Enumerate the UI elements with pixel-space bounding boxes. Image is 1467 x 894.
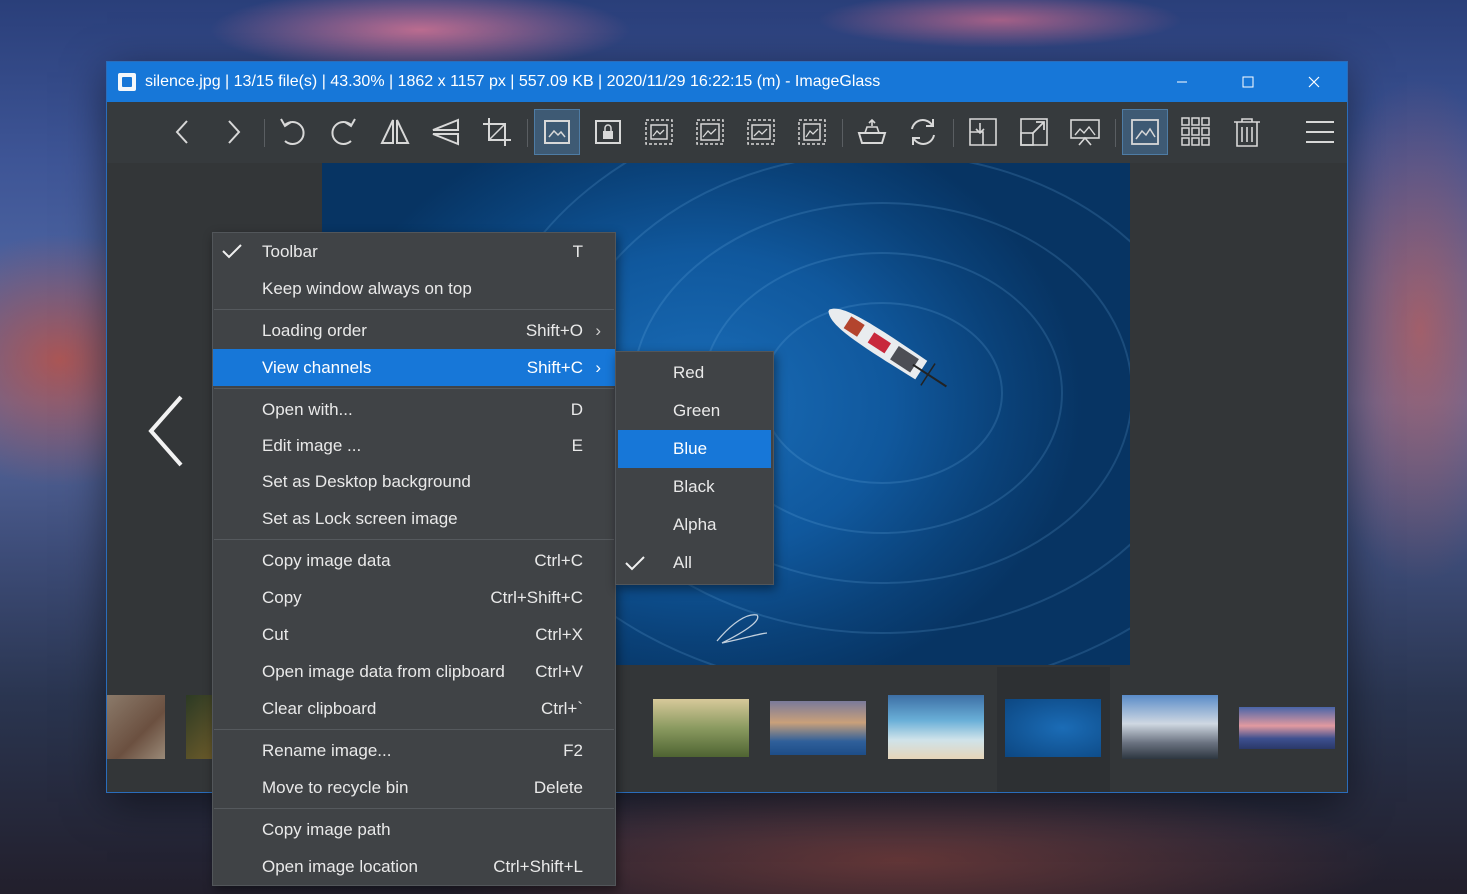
menu-item-open-from-clipboard[interactable]: Open image data from clipboard Ctrl+V bbox=[213, 653, 615, 690]
crop-button[interactable] bbox=[474, 109, 520, 155]
checkmark-icon bbox=[625, 556, 645, 571]
minimize-button[interactable] bbox=[1149, 62, 1215, 102]
menu-item-edit-image[interactable]: Edit image ... E bbox=[213, 428, 615, 463]
thumbnail-misty-pine-forest[interactable] bbox=[653, 699, 749, 757]
maximize-icon bbox=[1242, 76, 1254, 88]
rotate-left-icon bbox=[280, 118, 305, 145]
lock-zoom-button[interactable] bbox=[585, 109, 631, 155]
open-with-icon bbox=[857, 118, 887, 144]
menu-item-copy[interactable]: Copy Ctrl+Shift+C bbox=[213, 579, 615, 616]
rotate-left-button[interactable] bbox=[270, 109, 316, 155]
menu-item-move-to-recycle-bin[interactable]: Move to recycle bin Delete bbox=[213, 769, 615, 806]
menu-item-open-with[interactable]: Open with... D bbox=[213, 391, 615, 428]
scale-to-width-button[interactable] bbox=[636, 109, 682, 155]
scale-to-fit-button[interactable] bbox=[738, 109, 784, 155]
slideshow-icon bbox=[1070, 119, 1100, 146]
previous-image-overlay-button[interactable] bbox=[145, 383, 191, 479]
minimize-icon bbox=[1177, 81, 1187, 83]
full-screen-button[interactable] bbox=[1011, 109, 1057, 155]
flip-horizontal-icon bbox=[380, 119, 410, 144]
close-button[interactable] bbox=[1281, 62, 1347, 102]
rotate-right-icon bbox=[331, 118, 356, 145]
crop-icon bbox=[483, 118, 511, 146]
grid-icon bbox=[1181, 117, 1210, 146]
thumbnail-sunset-lake[interactable] bbox=[770, 701, 866, 755]
channel-item-all[interactable]: All bbox=[616, 544, 773, 582]
scale-to-width-icon bbox=[645, 119, 673, 145]
flip-vertical-icon bbox=[432, 118, 459, 146]
previous-image-button[interactable] bbox=[160, 109, 206, 155]
chevron-right-icon: › bbox=[595, 321, 601, 340]
window-title: silence.jpg | 13/15 file(s) | 43.30% | 1… bbox=[145, 73, 881, 90]
title-bar[interactable]: silence.jpg | 13/15 file(s) | 43.30% | 1… bbox=[107, 62, 1347, 102]
flip-horizontal-button[interactable] bbox=[372, 109, 418, 155]
view-channels-submenu: Red Green Blue Black Alpha All bbox=[615, 351, 774, 585]
menu-item-view-channels[interactable]: View channels Shift+C › bbox=[213, 349, 615, 386]
imageglass-app-icon bbox=[118, 73, 136, 91]
menu-item-open-image-location[interactable]: Open image location Ctrl+Shift+L bbox=[213, 848, 615, 885]
menu-item-always-on-top[interactable]: Keep window always on top bbox=[213, 270, 615, 307]
scale-to-height-icon bbox=[696, 119, 724, 145]
hamburger-menu-icon bbox=[1306, 121, 1334, 143]
menu-item-set-lock-screen[interactable]: Set as Lock screen image bbox=[213, 500, 615, 537]
flip-vertical-button[interactable] bbox=[423, 109, 469, 155]
menu-item-copy-image-path[interactable]: Copy image path bbox=[213, 811, 615, 848]
menu-item-cut[interactable]: Cut Ctrl+X bbox=[213, 616, 615, 653]
context-menu: Toolbar T Keep window always on top Load… bbox=[212, 232, 616, 886]
refresh-button[interactable] bbox=[900, 109, 946, 155]
menu-item-clear-clipboard[interactable]: Clear clipboard Ctrl+` bbox=[213, 690, 615, 727]
toggle-thumbnails-button[interactable] bbox=[1122, 109, 1168, 155]
full-screen-icon bbox=[1020, 118, 1048, 146]
trash-icon bbox=[1234, 118, 1260, 147]
open-with-button[interactable] bbox=[849, 109, 895, 155]
channel-item-red[interactable]: Red bbox=[616, 354, 773, 392]
menu-item-rename-image[interactable]: Rename image... F2 bbox=[213, 732, 615, 769]
menu-item-set-desktop-background[interactable]: Set as Desktop background bbox=[213, 463, 615, 500]
auto-zoom-icon bbox=[544, 120, 570, 144]
scale-to-fit-icon bbox=[747, 119, 775, 145]
chevron-right-icon bbox=[228, 120, 241, 144]
menu-item-copy-image-data[interactable]: Copy image data Ctrl+C bbox=[213, 542, 615, 579]
chevron-right-icon: › bbox=[595, 358, 601, 377]
maximize-button[interactable] bbox=[1215, 62, 1281, 102]
lock-zoom-icon bbox=[595, 120, 621, 144]
refresh-icon bbox=[911, 119, 935, 145]
chevron-left-icon bbox=[175, 120, 188, 144]
toolbar bbox=[107, 102, 1347, 163]
thumbnail-grid-button[interactable] bbox=[1173, 109, 1219, 155]
channel-item-alpha[interactable]: Alpha bbox=[616, 506, 773, 544]
close-icon bbox=[1308, 76, 1320, 88]
goto-image-button[interactable] bbox=[960, 109, 1006, 155]
scale-to-fill-icon bbox=[798, 119, 826, 145]
menu-item-loading-order[interactable]: Loading order Shift+O › bbox=[213, 312, 615, 349]
rotate-right-button[interactable] bbox=[320, 109, 366, 155]
channel-item-blue[interactable]: Blue bbox=[618, 430, 771, 468]
thumbnail-dark-forest[interactable] bbox=[186, 695, 212, 759]
thumbnail-boat-on-blue-sea[interactable] bbox=[1005, 699, 1101, 757]
thumbnail-highland-cow[interactable] bbox=[107, 695, 165, 759]
goto-image-icon bbox=[969, 118, 997, 146]
auto-zoom-button[interactable] bbox=[534, 109, 580, 155]
thumbnail-bar-icon bbox=[1131, 119, 1159, 145]
slideshow-button[interactable] bbox=[1062, 109, 1108, 155]
chevron-left-large-icon bbox=[148, 395, 183, 467]
channel-item-green[interactable]: Green bbox=[616, 392, 773, 430]
scale-to-fill-button[interactable] bbox=[789, 109, 835, 155]
thumbnail-snowy-mountains[interactable] bbox=[1122, 695, 1218, 759]
channel-item-black[interactable]: Black bbox=[616, 468, 773, 506]
next-image-button[interactable] bbox=[210, 109, 256, 155]
main-menu-button[interactable] bbox=[1297, 109, 1343, 155]
thumbnail-people-on-beach[interactable] bbox=[888, 695, 984, 759]
scale-to-height-button[interactable] bbox=[687, 109, 733, 155]
checkmark-icon bbox=[222, 244, 242, 259]
thumbnail-pink-sky-mountains[interactable] bbox=[1239, 707, 1335, 749]
delete-button[interactable] bbox=[1224, 109, 1270, 155]
menu-item-toolbar[interactable]: Toolbar T bbox=[213, 233, 615, 270]
